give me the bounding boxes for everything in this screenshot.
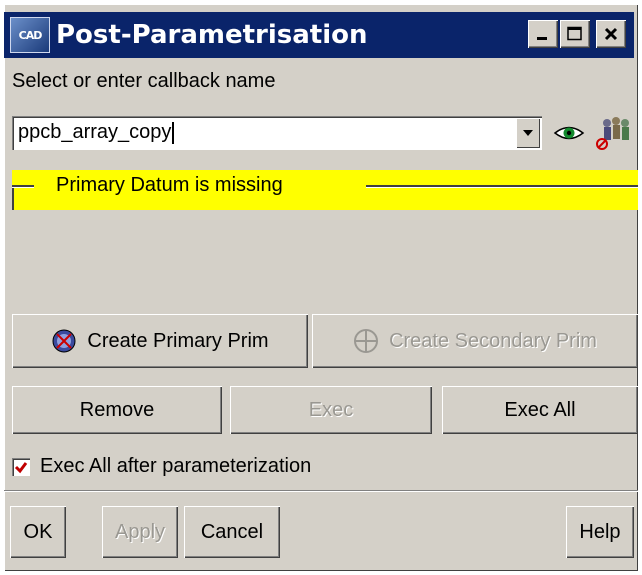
window-title: Post-Parametrisation	[56, 20, 368, 50]
create-secondary-prim-button[interactable]: Create Secondary Prim	[312, 314, 638, 368]
title-bar[interactable]: CAD Post-Parametrisation	[4, 12, 634, 58]
footer-separator	[4, 490, 638, 492]
create-primary-prim-button[interactable]: Create Primary Prim	[12, 314, 308, 368]
minimize-button[interactable]	[528, 20, 558, 48]
minimize-icon	[537, 37, 547, 40]
app-icon: CAD	[10, 17, 50, 53]
callback-combobox[interactable]: ppcb_array_copy	[12, 116, 542, 150]
users-icon	[596, 117, 629, 150]
help-button[interactable]: Help	[566, 506, 634, 558]
users-button[interactable]	[594, 114, 634, 152]
ok-button[interactable]: OK	[10, 506, 66, 558]
primary-prim-icon	[51, 328, 77, 354]
cancel-button[interactable]: Cancel	[184, 506, 280, 558]
view-button[interactable]	[552, 118, 586, 148]
status-message: Primary Datum is missing	[56, 174, 283, 196]
maximize-icon	[567, 26, 582, 41]
callback-input-text[interactable]: ppcb_array_copy	[18, 121, 175, 144]
exec-all-checkbox[interactable]	[12, 458, 30, 476]
text-caret	[172, 121, 175, 144]
eye-icon	[553, 126, 585, 140]
chevron-down-icon	[523, 130, 533, 136]
remove-button[interactable]: Remove	[12, 386, 222, 434]
exec-button[interactable]: Exec	[230, 386, 432, 434]
exec-all-checkbox-label[interactable]: Exec All after parameterization	[40, 455, 311, 478]
close-icon	[604, 27, 618, 41]
apply-button[interactable]: Apply	[102, 506, 178, 558]
maximize-button[interactable]	[560, 20, 590, 48]
secondary-prim-icon	[353, 328, 379, 354]
status-banner: Primary Datum is missing	[12, 170, 638, 210]
close-button[interactable]	[596, 20, 626, 48]
callback-label: Select or enter callback name	[12, 70, 276, 92]
callback-dropdown-button[interactable]	[516, 118, 540, 148]
checkmark-icon	[14, 462, 28, 474]
exec-all-button[interactable]: Exec All	[442, 386, 638, 434]
